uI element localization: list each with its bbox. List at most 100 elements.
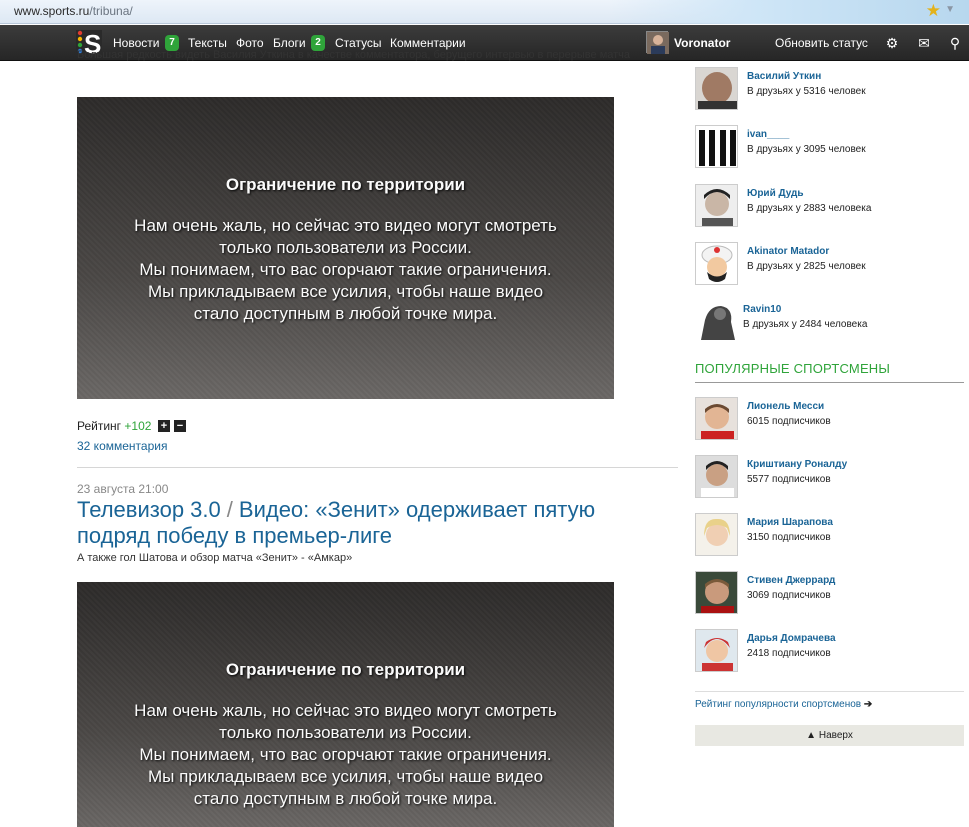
friend-name[interactable]: Юрий Дудь (747, 188, 804, 199)
athlete-avatar[interactable] (695, 513, 738, 556)
user-photo-icon (696, 185, 737, 226)
browser-theme-background (609, 0, 969, 24)
friend-meta: В друзьях у 2825 человек (747, 261, 866, 272)
user-photo-icon (695, 300, 738, 343)
post-headline[interactable]: Телевизор 3.0/Видео: «Зенит» одерживает … (77, 497, 657, 549)
popular-athletes-title: ПОПУЛЯРНЫЕ СПОРТСМЕНЫ (695, 361, 891, 376)
athlete-avatar[interactable] (695, 455, 738, 498)
athlete-item: Дарья Домрачева 2418 подписчиков (695, 629, 965, 673)
athlete-avatar[interactable] (695, 571, 738, 614)
video-block-message: Нам очень жаль, но сейчас это видео могу… (77, 215, 614, 325)
friend-name[interactable]: Akinator Matador (747, 246, 829, 257)
athlete-meta: 3150 подписчиков (747, 532, 831, 543)
video-msg-line: Мы понимаем, что вас огорчают такие огра… (139, 745, 552, 764)
post-subtitle: А также гол Шатова и обзор матча «Зенит»… (77, 552, 353, 564)
sidebar-divider (695, 691, 964, 692)
video-geo-block[interactable]: Ограничение по территории Нам очень жаль… (77, 582, 614, 827)
video-msg-line: Нам очень жаль, но сейчас это видео могу… (134, 216, 557, 235)
section-divider (695, 382, 964, 383)
search-icon[interactable]: ⚲ (946, 34, 964, 52)
athlete-name[interactable]: Мария Шарапова (747, 517, 833, 528)
friend-avatar[interactable] (695, 242, 738, 285)
arrow-up-icon: ▲ (806, 730, 817, 741)
video-msg-line: Нам очень жаль, но сейчас это видео могу… (134, 701, 557, 720)
athlete-item: Мария Шарапова 3150 подписчиков (695, 513, 965, 557)
url-host: www.sports.ru (14, 4, 90, 18)
video-geo-block[interactable]: Ограничение по территории Нам очень жаль… (77, 97, 614, 399)
athlete-meta: 3069 подписчиков (747, 590, 831, 601)
video-block-title: Ограничение по территории (225, 660, 466, 679)
friend-name[interactable]: ivan____ (747, 129, 789, 140)
video-msg-line: Мы прикладываем все усилия, чтобы наше в… (147, 767, 544, 786)
user-photo-icon (696, 68, 737, 109)
friend-item: Akinator Matador В друзьях у 2825 челове… (695, 242, 965, 286)
headline-slash: / (226, 497, 233, 522)
gear-icon[interactable]: ⚙ (883, 34, 901, 52)
back-to-top-button[interactable]: ▲ Наверх (695, 725, 964, 746)
friend-item: Юрий Дудь В друзьях у 2883 человека (695, 184, 965, 228)
athlete-name[interactable]: Стивен Джеррард (747, 575, 835, 586)
athlete-name[interactable]: Криштиану Роналду (747, 459, 847, 470)
post-lead-text: Большая редкость видеть Василия Уткина в… (77, 49, 631, 61)
friend-meta: В друзьях у 5316 человек (747, 86, 866, 97)
friend-name[interactable]: Василий Уткин (747, 71, 821, 82)
friend-item: Ravin10 В друзьях у 2484 человека (695, 300, 965, 344)
page: www.sports.ru/tribuna/ ★ ▼ S Новости 7 Т… (0, 0, 969, 827)
video-msg-line: только пользователи из России. (219, 238, 472, 257)
athlete-meta: 2418 подписчиков (747, 648, 831, 659)
athlete-photo-icon (696, 398, 737, 439)
video-block-message: Нам очень жаль, но сейчас это видео могу… (77, 700, 614, 810)
athlete-item: Криштиану Роналду 5577 подписчиков (695, 455, 965, 499)
video-msg-line: стало доступным в любой точке мира. (193, 304, 498, 323)
athlete-photo-icon (696, 456, 737, 497)
mail-icon[interactable]: ✉ (915, 34, 933, 52)
athlete-photo-icon (696, 630, 737, 671)
rating-value: +102 (124, 419, 152, 433)
video-msg-line: только пользователи из России. (219, 723, 472, 742)
friend-name[interactable]: Ravin10 (743, 304, 781, 315)
back-to-top-label: Наверх (818, 730, 853, 741)
athlete-name[interactable]: Лионель Месси (747, 401, 824, 412)
video-msg-line: Мы прикладываем все усилия, чтобы наше в… (147, 282, 544, 301)
athlete-photo-icon (696, 572, 737, 613)
video-block-title: Ограничение по территории (225, 175, 466, 194)
friend-avatar[interactable] (695, 67, 738, 110)
vote-plus-button[interactable]: + (158, 420, 170, 432)
athletes-rating-link-label: Рейтинг популярности спортсменов (695, 699, 862, 710)
update-status-link[interactable]: Обновить статус (775, 36, 868, 50)
post-section-link[interactable]: Телевизор 3.0 (77, 497, 221, 522)
post-divider (77, 467, 678, 468)
url-path: /tribuna/ (89, 4, 133, 18)
user-photo-icon (696, 243, 737, 284)
athlete-avatar[interactable] (695, 629, 738, 672)
athlete-avatar[interactable] (695, 397, 738, 440)
video-msg-line: Мы понимаем, что вас огорчают такие огра… (139, 260, 552, 279)
friend-meta: В друзьях у 2484 человека (743, 319, 868, 330)
athlete-meta: 5577 подписчиков (747, 474, 831, 485)
friend-meta: В друзьях у 2883 человека (747, 203, 872, 214)
vote-minus-button[interactable]: − (174, 420, 186, 432)
athletes-rating-link[interactable]: Рейтинг популярности спортсменов ➔ (695, 699, 872, 710)
user-photo-icon (696, 126, 737, 167)
browser-address-bar[interactable]: www.sports.ru/tribuna/ ★ ▼ (0, 0, 969, 24)
athlete-photo-icon (696, 514, 737, 555)
friend-avatar[interactable] (695, 184, 738, 227)
friend-avatar[interactable] (695, 300, 738, 343)
url-dropdown-icon[interactable]: ▼ (945, 4, 955, 15)
arrow-right-icon: ➔ (863, 699, 873, 710)
athlete-meta: 6015 подписчиков (747, 416, 831, 427)
username-link[interactable]: Voronator (674, 36, 730, 50)
video-msg-line: стало доступным в любой точке мира. (193, 789, 498, 808)
comments-link[interactable]: 32 комментария (77, 439, 167, 453)
rating-label: Рейтинг (77, 419, 122, 433)
post-rating: Рейтинг +102 (77, 419, 151, 433)
athlete-item: Стивен Джеррард 3069 подписчиков (695, 571, 965, 615)
friend-item: Василий Уткин В друзьях у 5316 человек (695, 67, 965, 111)
friend-meta: В друзьях у 3095 человек (747, 144, 866, 155)
bookmark-star-icon[interactable]: ★ (926, 1, 941, 21)
url-text[interactable]: www.sports.ru/tribuna/ (14, 4, 133, 18)
athlete-item: Лионель Месси 6015 подписчиков (695, 397, 965, 441)
athlete-name[interactable]: Дарья Домрачева (747, 633, 836, 644)
friend-item: ivan____ В друзьях у 3095 человек (695, 125, 965, 169)
friend-avatar[interactable] (695, 125, 738, 168)
